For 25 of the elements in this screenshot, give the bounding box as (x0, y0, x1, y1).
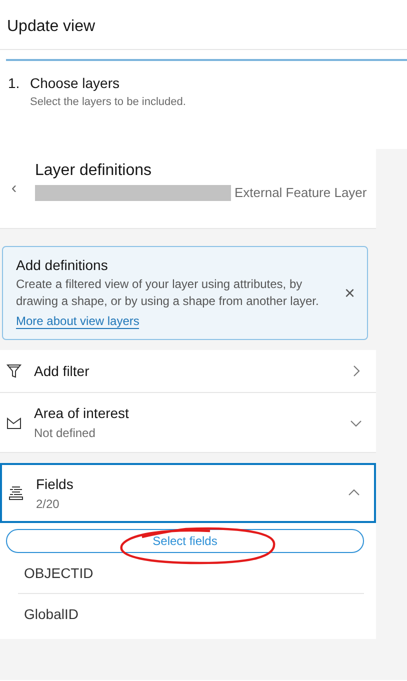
step-description: Select the layers to be included. (30, 95, 186, 110)
item-label: Add filter (34, 362, 90, 380)
layer-subtitle: External Feature Layer (234, 184, 367, 200)
list-item[interactable]: Fields 2/20 (0, 463, 376, 523)
close-button[interactable]: × (336, 284, 355, 302)
item-description: 2/20 (36, 496, 60, 512)
step-number: 1. (8, 74, 21, 93)
field-name: GlobalID (18, 593, 364, 633)
help-link[interactable]: More about view layers (16, 314, 140, 329)
item-label: Area of interest (34, 404, 130, 423)
panel-title: Update view (7, 17, 96, 37)
list-item[interactable]: Add filter (0, 350, 376, 393)
notice-title: Add definitions (16, 256, 109, 275)
list-icon (8, 485, 24, 501)
notice-text: Create a filtered view of your layer using attributes, by drawing a shape, or by using a shape from another layer. (16, 276, 320, 310)
list-item[interactable]: Area of interest Not defined (0, 393, 376, 453)
item-description: Not defined (34, 425, 96, 442)
field-name: OBJECTID (23, 564, 94, 583)
layer-title: Layer definitions (35, 160, 153, 180)
filter-icon (6, 363, 22, 379)
item-label: Fields (36, 474, 74, 494)
back-button[interactable]: ‹ (0, 176, 28, 200)
envelope-outline-icon (6, 414, 22, 430)
select-fields-button[interactable]: Select fields (6, 529, 364, 553)
step-title: Choose layers (30, 74, 120, 93)
